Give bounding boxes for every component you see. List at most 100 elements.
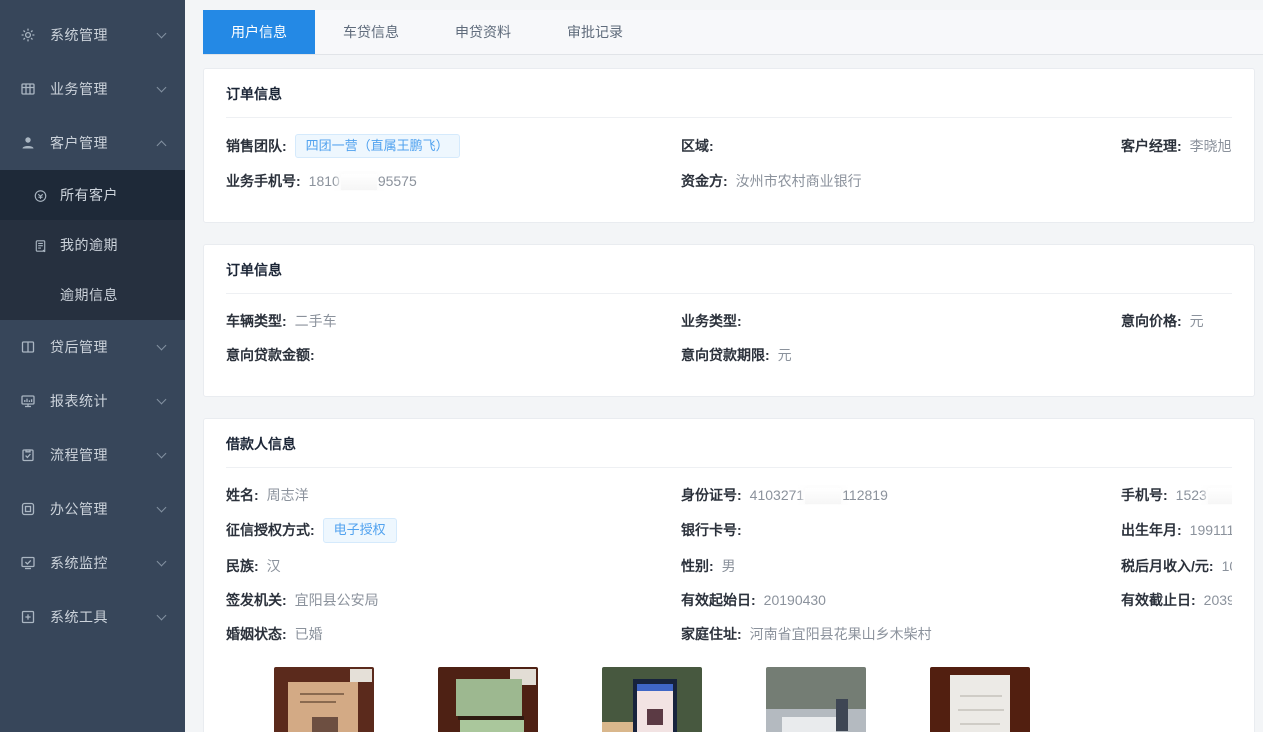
field-row: 意向贷款金额: 意向贷款期限: 元 <box>226 344 1232 366</box>
sidebar-item-label: 流程管理 <box>50 445 158 465</box>
field-intended-price: 意向价格: 元 <box>1121 311 1232 331</box>
chevron-down-icon <box>157 449 167 459</box>
tab-car-loan-info[interactable]: 车贷信息 <box>315 10 427 54</box>
field-row: 婚姻状态: 已婚 家庭住址: 河南省宜阳县花果山乡木柴村 <box>226 623 1232 645</box>
sidebar-item-label: 系统监控 <box>50 553 158 573</box>
field-label: 意向贷款期限: <box>681 345 770 365</box>
field-value: 汝州市农村商业银行 <box>736 171 862 191</box>
field-business-type: 业务类型: <box>681 311 1121 331</box>
field-bank-card: 银行卡号: <box>681 520 1121 540</box>
photo-item: 人车合影 <box>766 667 866 732</box>
field-region: 区域: <box>681 136 1121 156</box>
document-photos: 身份证 驾驶证副页 授权码信息 人车合影 <box>274 667 1232 732</box>
photo-item: 其他材料 <box>930 667 1030 732</box>
tab-loan-application-docs[interactable]: 申贷资料 <box>427 10 539 54</box>
id-card-photo-thumbnail[interactable] <box>274 667 374 732</box>
sidebar-item-business-management[interactable]: 业务管理 <box>0 62 185 116</box>
sidebar-item-label: 逾期信息 <box>60 285 185 305</box>
tab-approval-records[interactable]: 审批记录 <box>539 10 651 54</box>
field-label: 销售团队: <box>226 136 287 156</box>
customer-management-submenu: 所有客户 我的逾期 逾期信息 <box>0 170 185 320</box>
field-id-number: 身份证号: 4103271112819 <box>681 485 1121 505</box>
field-marital-status: 婚姻状态: 已婚 <box>226 624 681 644</box>
field-row: 征信授权方式: 电子授权 银行卡号: 出生年月: 19911111 <box>226 518 1232 542</box>
sidebar-item-label: 贷后管理 <box>50 337 158 357</box>
chevron-down-icon <box>157 395 167 405</box>
sidebar-item-label: 业务管理 <box>50 79 158 99</box>
photo-item: 驾驶证副页 <box>438 667 538 732</box>
field-value-masked: 4103271112819 <box>750 487 888 504</box>
chevron-down-icon <box>157 557 167 567</box>
field-sales-team: 销售团队: 四团一营（直属王鹏飞） <box>226 134 681 158</box>
order-info-card-1: 订单信息 销售团队: 四团一营（直属王鹏飞） 区域: 客户经理: 李晓旭 <box>203 68 1255 223</box>
license-booklet-photo-thumbnail[interactable] <box>438 667 538 732</box>
sidebar-item-label: 系统管理 <box>50 25 158 45</box>
sidebar-item-overdue-info[interactable]: 逾期信息 <box>0 270 185 320</box>
field-value: 周志洋 <box>267 485 309 505</box>
field-label: 客户经理: <box>1121 136 1182 156</box>
field-value: 二手车 <box>295 311 337 331</box>
card-title: 订单信息 <box>226 260 1232 294</box>
document-icon <box>33 238 48 253</box>
field-valid-to: 有效截止日: 20390430 <box>1121 590 1232 610</box>
sidebar-item-all-customers[interactable]: 所有客户 <box>0 170 185 220</box>
field-intended-loan-term: 意向贷款期限: 元 <box>681 345 1121 365</box>
gear-icon <box>20 27 36 43</box>
field-label: 身份证号: <box>681 485 742 505</box>
field-label: 区域: <box>681 136 714 156</box>
app-window: 系统管理 业务管理 客户管理 所有客户 <box>0 0 1263 732</box>
redaction-blur <box>805 488 841 504</box>
clipboard-icon <box>20 447 36 463</box>
grid-icon <box>20 81 36 97</box>
sidebar-item-office-management[interactable]: 办公管理 <box>0 482 185 536</box>
coin-icon <box>33 188 48 203</box>
person-with-car-photo-thumbnail[interactable] <box>766 667 866 732</box>
field-customer-manager: 客户经理: 李晓旭 <box>1121 136 1232 156</box>
auth-qr-code-photo-thumbnail[interactable] <box>602 667 702 732</box>
field-label: 性别: <box>681 556 714 576</box>
field-birth-date: 出生年月: 19911111 <box>1121 520 1232 540</box>
main-area: 用户信息 车贷信息 申贷资料 审批记录 订单信息 销售团队: 四团一营（直属王鹏… <box>185 0 1263 732</box>
field-label: 税后月收入/元: <box>1121 556 1214 576</box>
sidebar-item-system-tools[interactable]: 系统工具 <box>0 590 185 644</box>
sidebar-item-label: 所有客户 <box>60 185 185 205</box>
field-label: 手机号: <box>1121 485 1168 505</box>
photo-item: 身份证 <box>274 667 374 732</box>
field-monthly-income: 税后月收入/元: 10000 <box>1121 556 1232 576</box>
detail-tabs: 用户信息 车贷信息 申贷资料 审批记录 <box>203 10 1263 55</box>
sidebar-item-system-management[interactable]: 系统管理 <box>0 8 185 62</box>
sidebar-item-label: 系统工具 <box>50 607 158 627</box>
field-label: 资金方: <box>681 171 728 191</box>
field-home-address: 家庭住址: 河南省宜阳县花果山乡木柴村 <box>681 624 1121 644</box>
sidebar-item-customer-management[interactable]: 客户管理 <box>0 116 185 170</box>
field-value: 元 <box>1190 311 1204 331</box>
sidebar-item-postloan-management[interactable]: 贷后管理 <box>0 320 185 374</box>
chevron-down-icon <box>157 29 167 39</box>
field-value-masked: 15236137 <box>1176 487 1232 504</box>
credit-auth-tag[interactable]: 电子授权 <box>323 518 397 542</box>
sidebar-item-system-monitor[interactable]: 系统监控 <box>0 536 185 590</box>
tab-user-info[interactable]: 用户信息 <box>203 10 315 54</box>
sidebar-item-label: 我的逾期 <box>60 235 185 255</box>
field-row: 民族: 汉 性别: 男 税后月收入/元: 10000 <box>226 555 1232 577</box>
field-value: 汉 <box>267 556 281 576</box>
field-value: 10000 <box>1222 558 1232 574</box>
sales-team-tag[interactable]: 四团一营（直属王鹏飞） <box>295 134 460 158</box>
card-title: 订单信息 <box>226 84 1232 118</box>
field-label: 有效起始日: <box>681 590 756 610</box>
chevron-up-icon <box>157 140 167 150</box>
field-label: 银行卡号: <box>681 520 742 540</box>
field-gender: 性别: 男 <box>681 556 1121 576</box>
sidebar-item-process-management[interactable]: 流程管理 <box>0 428 185 482</box>
borrower-info-card: 借款人信息 姓名: 周志洋 身份证号: 4103271112819 手机号: 1… <box>203 418 1255 732</box>
sidebar-item-report-statistics[interactable]: 报表统计 <box>0 374 185 428</box>
field-row: 签发机关: 宜阳县公安局 有效起始日: 20190430 有效截止日: 2039… <box>226 589 1232 611</box>
field-value: 李晓旭 <box>1190 136 1232 156</box>
field-label: 征信授权方式: <box>226 520 315 540</box>
paper-document-photo-thumbnail[interactable] <box>930 667 1030 732</box>
sidebar-item-my-overdue[interactable]: 我的逾期 <box>0 220 185 270</box>
book-icon <box>20 339 36 355</box>
square-icon <box>20 501 36 517</box>
photo-item: 授权码信息 <box>602 667 702 732</box>
field-row: 车辆类型: 二手车 业务类型: 意向价格: 元 <box>226 310 1232 332</box>
